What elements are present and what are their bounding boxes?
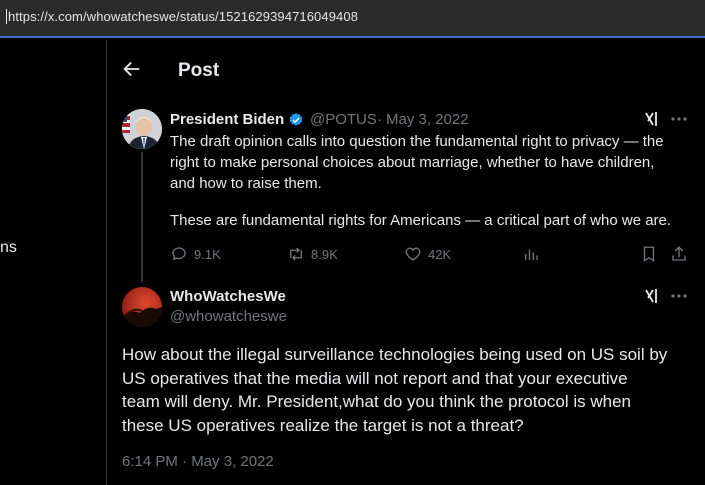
reply-text-line: US operatives that the media will not re… bbox=[122, 368, 628, 388]
thread-line bbox=[141, 152, 143, 282]
post-header: Post bbox=[107, 40, 705, 102]
author-name[interactable]: President Biden bbox=[170, 111, 284, 128]
url-text: https://x.com/whowatcheswe/status/152162… bbox=[8, 9, 359, 24]
views-button[interactable] bbox=[522, 244, 540, 264]
text-caret bbox=[6, 9, 7, 24]
like-count: 42K bbox=[428, 246, 452, 262]
verified-badge-icon bbox=[288, 112, 304, 128]
grok-icon[interactable] bbox=[644, 111, 660, 127]
post-text-line: and how to raise them. bbox=[170, 175, 322, 192]
back-arrow-icon[interactable] bbox=[121, 58, 143, 80]
address-bar-url[interactable]: https://x.com/whowatcheswe/status/152162… bbox=[6, 9, 358, 24]
author-handle[interactable]: @POTUS bbox=[310, 111, 377, 128]
author-name[interactable]: WhoWatchesWe bbox=[170, 288, 286, 305]
like-icon bbox=[405, 247, 421, 261]
reply-button[interactable]: 9.1K bbox=[170, 244, 221, 264]
like-button[interactable]: 42K bbox=[404, 244, 451, 264]
post-text-line: right to make personal choices about mar… bbox=[170, 154, 655, 171]
post-date[interactable]: May 3, 2022 bbox=[386, 111, 469, 128]
column-divider bbox=[106, 40, 107, 485]
avatar[interactable] bbox=[122, 287, 162, 327]
reply-text-line: these US operatives realize the target i… bbox=[122, 415, 524, 435]
page-title: Post bbox=[178, 60, 220, 81]
reply-text: How about the illegal surveillance techn… bbox=[122, 343, 667, 437]
repost-button[interactable]: 8.9K bbox=[287, 244, 338, 264]
views-icon bbox=[525, 249, 538, 260]
left-sidebar: ns bbox=[0, 40, 106, 485]
repost-icon bbox=[290, 247, 302, 261]
repost-count: 8.9K bbox=[311, 246, 338, 262]
grok-icon[interactable] bbox=[644, 288, 660, 304]
more-icon[interactable] bbox=[670, 110, 688, 128]
avatar[interactable] bbox=[122, 109, 162, 149]
reply-text-line: How about the illegal surveillance techn… bbox=[122, 345, 668, 364]
reply-text-line: team will deny. Mr. President,what do yo… bbox=[122, 392, 631, 411]
post-text-line: These are fundamental rights for America… bbox=[170, 212, 672, 229]
more-icon[interactable] bbox=[670, 287, 688, 305]
browser-address-bar[interactable]: https://x.com/whowatcheswe/status/152162… bbox=[0, 0, 705, 38]
sidebar-partial-text[interactable]: ns bbox=[0, 239, 17, 257]
reply-icon bbox=[172, 247, 186, 261]
share-button[interactable] bbox=[670, 244, 688, 264]
post-timestamp[interactable]: 6:14 PM · May 3, 2022 bbox=[122, 453, 274, 470]
meta-separator: · bbox=[377, 111, 382, 128]
share-icon bbox=[672, 246, 686, 261]
post-text-line: The draft opinion calls into question th… bbox=[170, 133, 664, 150]
bookmark-icon bbox=[643, 246, 655, 263]
bookmark-button[interactable] bbox=[640, 244, 658, 264]
reply-count: 9.1K bbox=[194, 246, 221, 262]
author-handle[interactable]: @whowatcheswe bbox=[170, 308, 287, 325]
